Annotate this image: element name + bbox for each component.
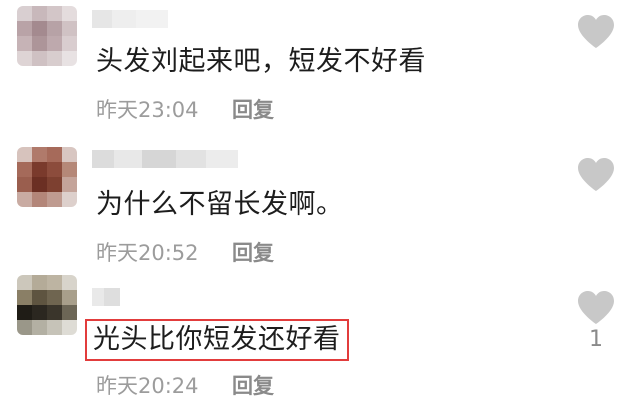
heart-icon bbox=[578, 15, 614, 48]
avatar[interactable] bbox=[17, 275, 77, 335]
comment-time: 昨天23:04 bbox=[96, 98, 199, 122]
comment-text: 为什么不留长发啊。 bbox=[96, 189, 344, 220]
username-blurred[interactable] bbox=[92, 288, 120, 306]
comment-time: 昨天20:52 bbox=[96, 241, 199, 265]
comment-text: 头发刘起来吧，短发不好看 bbox=[96, 46, 426, 77]
like-button[interactable] bbox=[576, 290, 616, 326]
like-count: 1 bbox=[589, 327, 603, 352]
heart-icon bbox=[578, 291, 614, 324]
username-blurred[interactable] bbox=[92, 10, 168, 28]
comment-item: 为什么不留长发啊。 昨天20:52 回复 bbox=[0, 135, 640, 270]
avatar[interactable] bbox=[17, 6, 77, 66]
comment-list: 头发刘起来吧，短发不好看 昨天23:04 回复 为什么不留长发啊。 昨天20:5… bbox=[0, 0, 640, 414]
like-button[interactable] bbox=[576, 157, 616, 193]
like-button[interactable] bbox=[576, 14, 616, 50]
reply-button[interactable]: 回复 bbox=[232, 239, 274, 267]
avatar[interactable] bbox=[17, 147, 77, 207]
heart-icon bbox=[578, 158, 614, 191]
comment-time: 昨天20:24 bbox=[96, 374, 199, 398]
username-blurred[interactable] bbox=[92, 150, 238, 168]
reply-button[interactable]: 回复 bbox=[232, 96, 274, 124]
comment-item: 头发刘起来吧，短发不好看 昨天23:04 回复 bbox=[0, 0, 640, 135]
comment-item: 光头比你短发还好看 昨天20:24 回复 1 bbox=[0, 270, 640, 414]
reply-button[interactable]: 回复 bbox=[232, 372, 274, 400]
comment-text: 光头比你短发还好看 bbox=[85, 319, 349, 361]
